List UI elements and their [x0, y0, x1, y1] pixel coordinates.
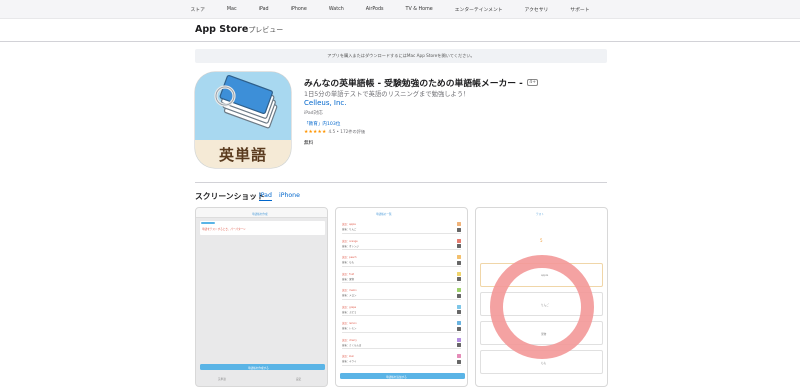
color-tag-icon[interactable]: [457, 321, 461, 325]
tab-ipad[interactable]: iPad: [259, 192, 272, 201]
list-item-word: 英語：lemon: [342, 322, 357, 325]
list-item-meaning: 意味：ぶどう: [342, 310, 357, 314]
edit-icon[interactable]: [457, 227, 461, 232]
category-rank-link[interactable]: 「教育」内103位: [304, 121, 340, 127]
nav-iphone[interactable]: iPhone: [280, 7, 318, 12]
list-item-meaning: 意味：りんご: [342, 228, 357, 231]
list-item[interactable]: 英語：peach 意味：もも: [342, 255, 461, 266]
edit-icon[interactable]: [457, 244, 461, 248]
shot2-title: 単語帳の一覧: [376, 213, 392, 216]
edit-icon[interactable]: [457, 359, 461, 364]
apple-logo-icon[interactable]: [159, 4, 179, 14]
list-item-word: 英語：fruit: [342, 272, 355, 276]
color-tag-icon[interactable]: [457, 337, 461, 342]
shot3-timer: 5: [540, 238, 543, 243]
nav-ipad[interactable]: iPad: [248, 7, 280, 12]
list-item-meaning: 意味：キウイ: [342, 360, 357, 363]
list-item-word: 英語：kiwi: [342, 355, 354, 358]
screenshots-heading: スクリーンショット: [195, 192, 265, 201]
search-icon[interactable]: [601, 4, 621, 14]
nav-store[interactable]: ストア: [179, 6, 215, 13]
edit-icon[interactable]: [457, 293, 461, 298]
banner-text: アプリを購入またはダウンロードするにはMac App Storeを開いてください…: [327, 53, 475, 58]
screenshot-2[interactable]: 単語帳の一覧 英語：apple 意味：りんご 英語：orange 意味：オレンジ 英語：…: [335, 207, 468, 387]
correct-circle-icon: [490, 255, 594, 359]
edit-icon[interactable]: [457, 277, 461, 281]
color-tag-icon[interactable]: [457, 304, 461, 309]
developer-link[interactable]: Celleus, Inc.: [304, 99, 347, 107]
shot2-add-button-label: 単語帳を追加する: [386, 375, 407, 379]
list-item-meaning: 意味：メロン: [342, 294, 357, 297]
edit-icon[interactable]: [457, 326, 461, 331]
nav-watch[interactable]: Watch: [318, 7, 355, 12]
edit-icon[interactable]: [457, 260, 461, 265]
list-item-meaning: 意味：レモン: [342, 327, 357, 330]
list-item-word: 英語：apple: [342, 223, 356, 226]
list-item[interactable]: 英語：grape 意味：ぶどう: [342, 304, 461, 316]
list-item-word: 英語：grape: [342, 305, 357, 309]
color-tag-icon[interactable]: [457, 288, 461, 292]
list-item-word: 英語：melon: [342, 289, 357, 292]
list-item[interactable]: 英語：cherry 意味：さくらんぼ: [342, 337, 461, 349]
list-item[interactable]: 英語：orange 意味：オレンジ: [342, 238, 461, 250]
rating-summary: ★★★★★ 4.5 • 172件の評価: [304, 129, 365, 135]
list-item[interactable]: 英語：lemon 意味：レモン: [342, 321, 461, 332]
rating-text: 4.5 • 172件の評価: [328, 129, 366, 134]
app-store-subnav: App Storeプレビュー: [0, 19, 800, 42]
list-item-meaning: 意味：さくらんぼ: [342, 343, 362, 347]
global-nav: ストア Mac iPad iPhone Watch AirPods TV & H…: [0, 0, 800, 19]
nav-support[interactable]: サポート: [559, 6, 600, 13]
list-item-meaning: 意味：果物: [342, 277, 354, 281]
screenshot-3[interactable]: テスト 5 apple りんご 果物 もも: [475, 207, 608, 387]
flashcards-icon: [214, 74, 278, 129]
list-item[interactable]: 英語：melon 意味：メロン: [342, 288, 461, 299]
list-item[interactable]: 英語：apple 意味：りんご: [342, 222, 461, 233]
app-name-text: みんなの英単語帳 - 受験勉強のための単語帳メーカー -: [304, 79, 523, 89]
app-store-preview-title: App Storeプレビュー: [195, 24, 283, 35]
shot1-title: 単語帳を作成: [252, 213, 268, 216]
app-icon-label: 英単語: [195, 140, 291, 168]
shot1-tab-settings: 設定: [296, 378, 302, 381]
nav-airpods[interactable]: AirPods: [355, 7, 395, 12]
edit-icon[interactable]: [457, 310, 461, 314]
app-name: みんなの英単語帳 - 受験勉強のための単語帳メーカー -4+: [304, 76, 539, 89]
nav-accessories[interactable]: アクセサリ: [514, 6, 560, 13]
price-label: 無料: [304, 141, 314, 146]
color-tag-icon[interactable]: [457, 255, 461, 259]
bag-icon[interactable]: [621, 4, 641, 14]
shot1-create-button-label: 単語帳を作成する: [248, 366, 269, 370]
shot1-progress-bar: [201, 222, 215, 224]
nav-tv-home[interactable]: TV & Home: [395, 7, 444, 12]
shot1-input-text: 単語をテストするとき、パーパターン: [202, 228, 246, 231]
tab-iphone[interactable]: iPhone: [279, 192, 300, 199]
device-compat: iPad対応: [304, 111, 323, 116]
shot3-card-4-text: もも: [541, 362, 547, 365]
shot1-tab-words: 英単語: [218, 378, 226, 381]
list-item-word: 英語：cherry: [342, 338, 357, 342]
list-item-meaning: 意味：もも: [342, 261, 354, 264]
shot1-input-card: 単語をテストするとき、パーパターン: [200, 221, 325, 235]
subnav-suffix: プレビュー: [248, 26, 284, 34]
color-tag-icon[interactable]: [457, 271, 461, 276]
color-tag-icon[interactable]: [457, 354, 461, 358]
color-tag-icon[interactable]: [457, 238, 461, 243]
edit-icon[interactable]: [457, 343, 461, 347]
list-item-word: 英語：orange: [342, 239, 358, 243]
section-divider: [195, 182, 607, 183]
app-icon: 英単語: [195, 72, 291, 168]
list-item-word: 英語：peach: [342, 256, 357, 259]
color-tag-icon[interactable]: [457, 222, 461, 226]
age-rating-badge: 4+: [526, 79, 539, 86]
list-item[interactable]: 英語：kiwi 意味：キウイ: [342, 354, 461, 365]
list-item[interactable]: 英語：fruit 意味：果物: [342, 271, 461, 283]
open-mac-app-store-banner: アプリを購入またはダウンロードするにはMac App Storeを開いてください…: [195, 49, 607, 63]
app-subtitle: 1日5分の単語テストで英語のリスニングまで勉強しよう！: [304, 91, 470, 98]
shot3-title: テスト: [536, 213, 544, 216]
screenshot-1[interactable]: 単語帳を作成 単語をテストするとき、パーパターン 単語帳を作成する 英単語 設定: [195, 207, 328, 387]
star-rating-icon: ★★★★★: [304, 129, 327, 135]
nav-mac[interactable]: Mac: [216, 7, 248, 12]
list-item-meaning: 意味：オレンジ: [342, 244, 359, 248]
subnav-title: App Store: [195, 24, 249, 35]
nav-entertainment[interactable]: エンターテインメント: [444, 6, 514, 13]
